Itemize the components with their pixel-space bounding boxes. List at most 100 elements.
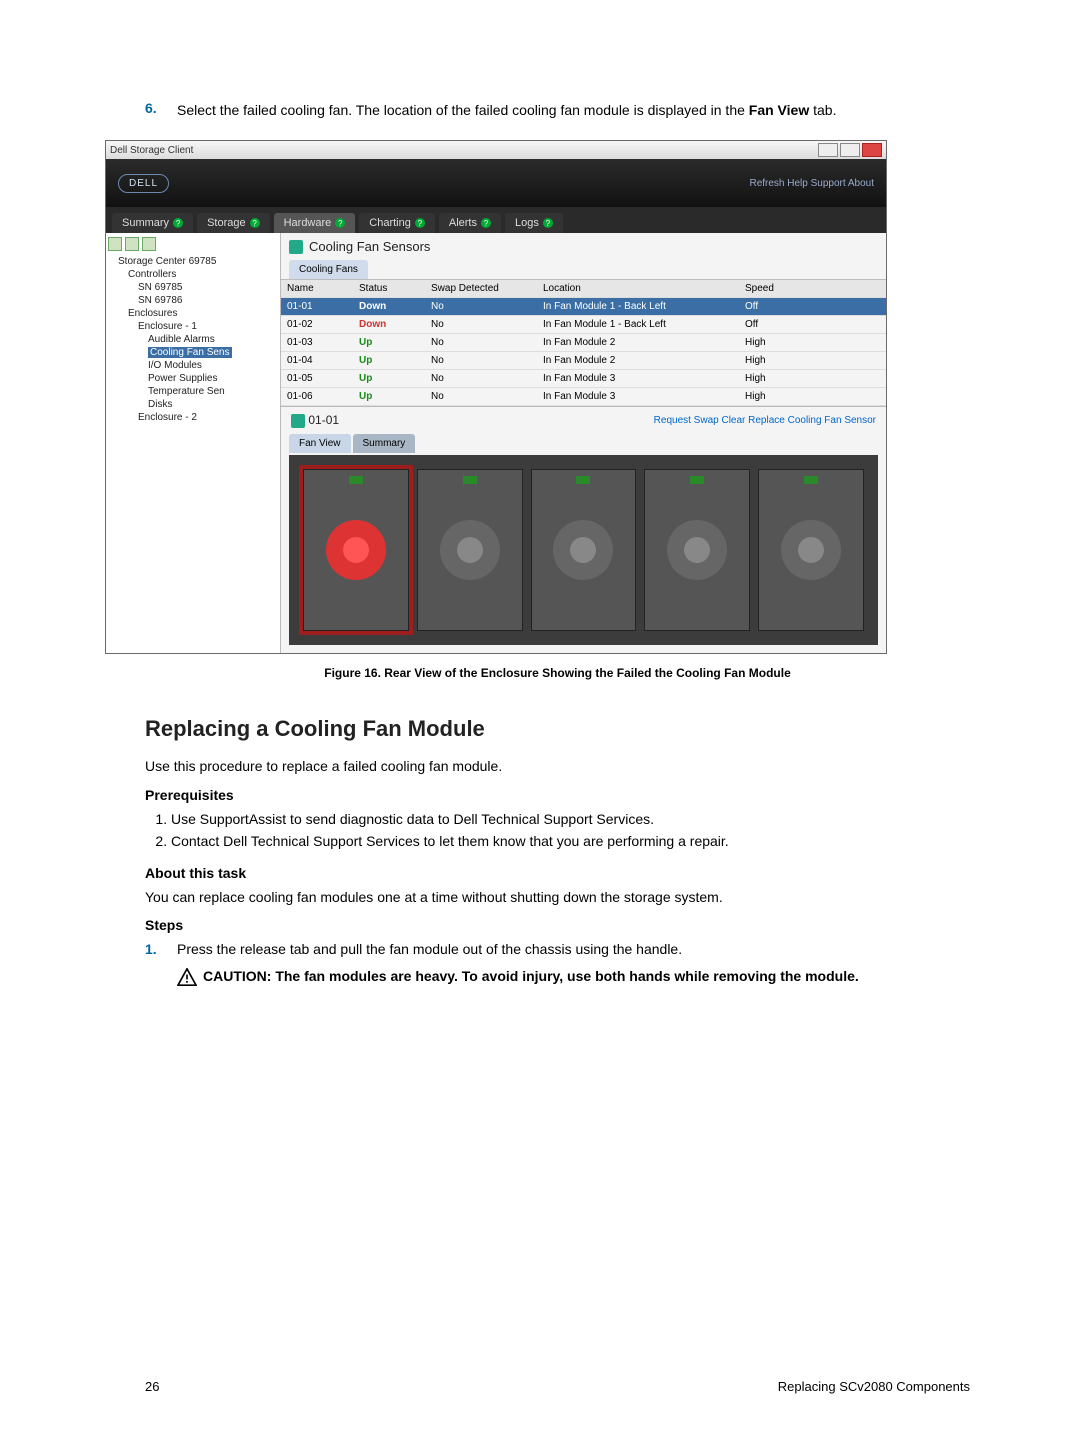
fan-graphic-icon (553, 520, 613, 580)
window-titlebar: Dell Storage Client (106, 141, 886, 159)
detail-tab-summary[interactable]: Summary (353, 434, 416, 453)
tree-power-supplies[interactable]: Power Supplies (148, 372, 278, 385)
cell-name: 01-02 (281, 316, 353, 334)
cell-swap: No (425, 352, 537, 370)
arrow-icon[interactable] (142, 237, 156, 251)
about-this-task-text: You can replace cooling fan modules one … (145, 887, 970, 907)
tree-temperature-sensors[interactable]: Temperature Sen (148, 385, 278, 398)
fan-module-4[interactable] (644, 469, 750, 631)
tree-enclosures[interactable]: Enclosures (128, 307, 278, 320)
cell-speed: High (739, 334, 886, 352)
tree-disks[interactable]: Disks (148, 398, 278, 411)
tab-charting-label: Charting (369, 217, 411, 229)
window-buttons (818, 143, 882, 157)
tab-charting[interactable]: Charting? (359, 213, 435, 233)
footer-section-title: Replacing SCv2080 Components (778, 1379, 970, 1394)
sub-tab-cooling-fans[interactable]: Cooling Fans (289, 260, 368, 279)
detail-actions[interactable]: Request Swap Clear Replace Cooling Fan S… (654, 415, 876, 426)
rear-view-diagram (289, 455, 878, 645)
tree-enclosure-1[interactable]: Enclosure - 1 (138, 320, 278, 333)
fan-graphic-icon (781, 520, 841, 580)
tab-alerts[interactable]: Alerts? (439, 213, 501, 233)
refresh-icon[interactable] (108, 237, 122, 251)
fan-icon (291, 414, 305, 428)
detail-tabs: Fan ViewSummary (281, 434, 886, 453)
cell-name: 01-05 (281, 370, 353, 388)
table-row[interactable]: 01-02 Down No In Fan Module 1 - Back Lef… (281, 316, 886, 334)
help-icon[interactable]: ? (335, 218, 345, 228)
col-name[interactable]: Name (281, 280, 353, 298)
help-icon[interactable]: ? (250, 218, 260, 228)
help-icon[interactable]: ? (543, 218, 553, 228)
banner-links[interactable]: Refresh Help Support About (749, 178, 874, 189)
cell-speed: High (739, 388, 886, 406)
caution-text: CAUTION: The fan modules are heavy. To a… (203, 966, 859, 986)
app-banner: DELL Refresh Help Support About (106, 159, 886, 207)
main-tabs-bar: Summary? Storage? Hardware? Charting? Al… (106, 207, 886, 233)
slot-indicator-icon (463, 476, 477, 484)
cell-status: Up (353, 352, 425, 370)
help-icon[interactable]: ? (173, 218, 183, 228)
table-row[interactable]: 01-01 Down No In Fan Module 1 - Back Lef… (281, 298, 886, 316)
close-icon[interactable] (862, 143, 882, 157)
steps-block: 1. Press the release tab and pull the fa… (145, 939, 970, 986)
figure-caption: Figure 16. Rear View of the Enclosure Sh… (145, 666, 970, 680)
window-title: Dell Storage Client (110, 145, 193, 156)
pane-title-text: Cooling Fan Sensors (309, 239, 430, 254)
tree-sn-1[interactable]: SN 69785 (138, 281, 278, 294)
cell-name: 01-03 (281, 334, 353, 352)
table-row[interactable]: 01-06 Up No In Fan Module 3 High (281, 388, 886, 406)
cell-location: In Fan Module 2 (537, 352, 739, 370)
tree-root[interactable]: Storage Center 69785 (118, 255, 278, 268)
app-window: Dell Storage Client DELL Refresh Help Su… (105, 140, 887, 654)
step-6-number: 6. (145, 100, 177, 120)
detail-title-text: 01-01 (308, 413, 339, 427)
slot-indicator-icon (349, 476, 363, 484)
fan-module-5[interactable] (758, 469, 864, 631)
intro-paragraph: Use this procedure to replace a failed c… (145, 756, 970, 776)
maximize-icon[interactable] (840, 143, 860, 157)
dell-logo: DELL (118, 174, 169, 193)
fan-module-2[interactable] (417, 469, 523, 631)
table-row[interactable]: 01-04 Up No In Fan Module 2 High (281, 352, 886, 370)
tab-storage[interactable]: Storage? (197, 213, 270, 233)
tree-controllers[interactable]: Controllers (128, 268, 278, 281)
cell-speed: Off (739, 298, 886, 316)
tree-panel: Storage Center 69785 Controllers SN 6978… (106, 233, 281, 653)
tab-hardware[interactable]: Hardware? (274, 213, 356, 233)
fan-module-3[interactable] (531, 469, 637, 631)
tab-summary[interactable]: Summary? (112, 213, 193, 233)
tree-cooling-fan-sensors[interactable]: Cooling Fan Sens (148, 346, 278, 359)
step-6-text-b: tab. (809, 102, 836, 118)
tree-sn-2[interactable]: SN 69786 (138, 294, 278, 307)
sub-tab-row: Cooling Fans (281, 260, 886, 279)
tab-logs[interactable]: Logs? (505, 213, 563, 233)
col-speed[interactable]: Speed (739, 280, 886, 298)
tree-io-modules[interactable]: I/O Modules (148, 359, 278, 372)
table-row[interactable]: 01-05 Up No In Fan Module 3 High (281, 370, 886, 388)
tree-audible-alarms[interactable]: Audible Alarms (148, 333, 278, 346)
step-6-bold-fan-view: Fan View (749, 102, 809, 118)
table-row[interactable]: 01-03 Up No In Fan Module 2 High (281, 334, 886, 352)
col-status[interactable]: Status (353, 280, 425, 298)
fans-table: Name Status Swap Detected Location Speed… (281, 279, 886, 406)
help-icon[interactable]: ? (415, 218, 425, 228)
slot-indicator-icon (804, 476, 818, 484)
page-footer: 26 Replacing SCv2080 Components (145, 1379, 970, 1394)
prerequisites-heading: Prerequisites (145, 787, 970, 803)
minimize-icon[interactable] (818, 143, 838, 157)
help-icon[interactable]: ? (481, 218, 491, 228)
cell-location: In Fan Module 2 (537, 334, 739, 352)
col-swap-detected[interactable]: Swap Detected (425, 280, 537, 298)
col-location[interactable]: Location (537, 280, 739, 298)
cell-status: Down (353, 298, 425, 316)
fan-module-1-failed[interactable] (303, 469, 409, 631)
cell-swap: No (425, 316, 537, 334)
plus-icon[interactable] (125, 237, 139, 251)
step-6-text-a: Select the failed cooling fan. The locat… (177, 102, 749, 118)
detail-tab-fan-view[interactable]: Fan View (289, 434, 351, 453)
cell-status: Up (353, 370, 425, 388)
fan-graphic-icon (440, 520, 500, 580)
tree-enclosure-2[interactable]: Enclosure - 2 (138, 411, 278, 424)
step-1-row: 1. Press the release tab and pull the fa… (145, 939, 970, 959)
